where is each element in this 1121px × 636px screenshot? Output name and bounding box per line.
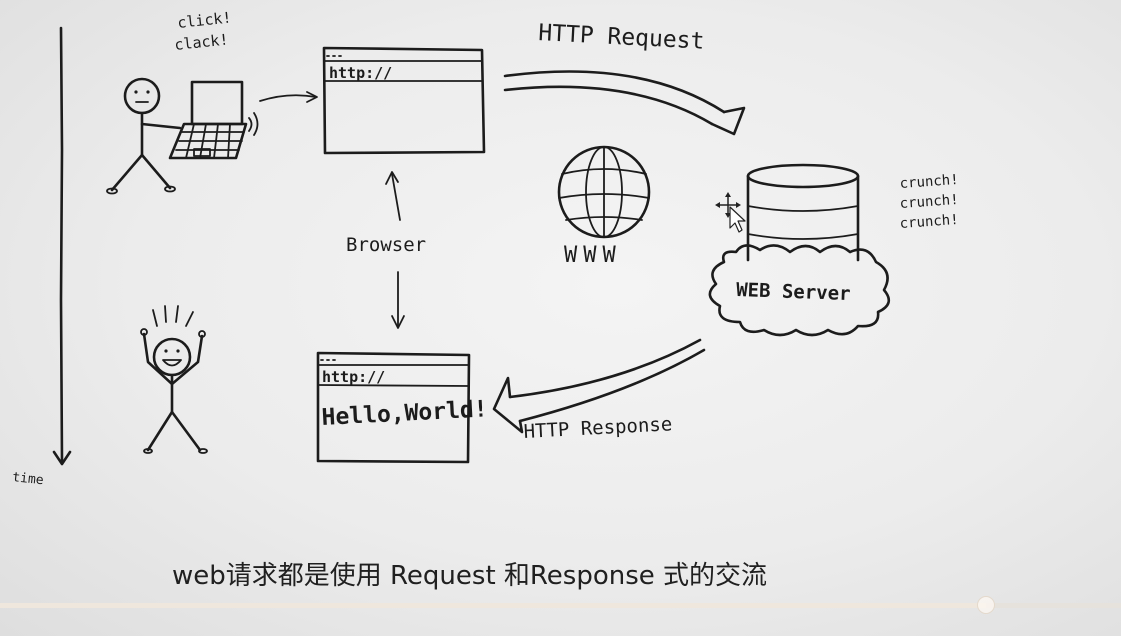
request-url-text: http:// bbox=[329, 64, 392, 82]
browser-window-request: http:// bbox=[322, 46, 486, 155]
browser-label: Browser bbox=[346, 234, 426, 256]
server-sound-2: crunch! bbox=[899, 192, 959, 212]
time-label: time bbox=[12, 470, 45, 488]
http-response-arrow: HTTP Response bbox=[492, 338, 706, 443]
response-page-text: Hello,World! bbox=[321, 396, 488, 431]
response-url-text: http:// bbox=[322, 368, 385, 386]
user-sound-1: click! bbox=[177, 8, 233, 32]
video-progress-fill bbox=[0, 603, 987, 608]
www-globe: WWW bbox=[557, 145, 651, 268]
browser-window-response: http:// Hello,World! bbox=[316, 351, 488, 464]
http-request-arrow: HTTP Request bbox=[503, 20, 746, 136]
laptop-to-browser-arrow bbox=[259, 91, 318, 103]
server-sound-3: crunch! bbox=[899, 212, 959, 232]
time-axis: time bbox=[12, 26, 72, 488]
mouse-cursor-icon bbox=[715, 192, 746, 233]
happy-user bbox=[140, 305, 208, 454]
server-label: WEB Server bbox=[736, 279, 851, 305]
video-progress-bar[interactable] bbox=[0, 596, 1121, 614]
www-label: WWW bbox=[564, 243, 622, 268]
web-server: WEB Server crunch! crunch! crunch! bbox=[708, 163, 959, 337]
browser-label-group: Browser bbox=[346, 171, 426, 329]
request-response-diagram: time click! clack! http:// HTTP Request … bbox=[12, 8, 960, 488]
response-label: HTTP Response bbox=[523, 413, 673, 443]
user-sound-2: clack! bbox=[174, 30, 230, 54]
video-progress-knob[interactable] bbox=[977, 596, 996, 614]
video-frame: time click! clack! http:// HTTP Request … bbox=[0, 0, 1121, 636]
server-sound-1: crunch! bbox=[899, 172, 959, 192]
user-at-laptop: click! clack! bbox=[106, 8, 259, 195]
request-label: HTTP Request bbox=[538, 20, 705, 55]
subtitle-caption: web请求都是使用 Request 和Response 式的交流 bbox=[172, 561, 768, 591]
